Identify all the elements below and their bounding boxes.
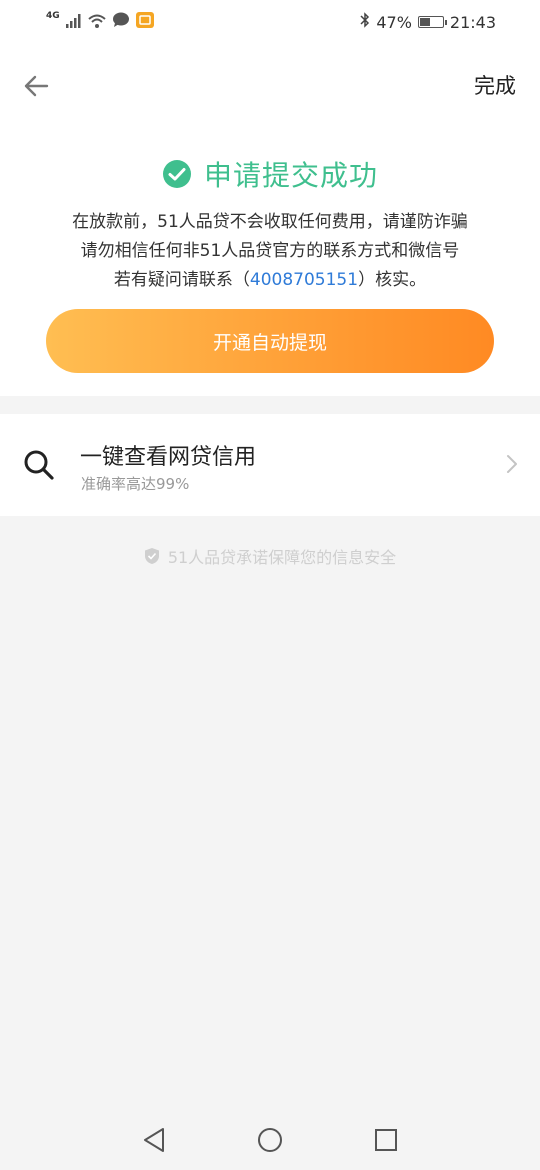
clock: 21:43 bbox=[449, 12, 496, 32]
status-left: 4G bbox=[46, 11, 154, 32]
credit-check-item[interactable]: 一键查看网贷信用 准确率高达99% bbox=[0, 414, 540, 516]
chat-icon bbox=[112, 12, 130, 32]
chevron-right-icon bbox=[507, 455, 517, 473]
battery-icon bbox=[417, 16, 447, 28]
home-circle-icon bbox=[258, 1128, 282, 1152]
bluetooth-icon bbox=[360, 12, 370, 32]
security-note-text: 51人品贷承诺保障您的信息安全 bbox=[167, 548, 397, 567]
notice-line-3: 若有疑问请联系（4008705151）核实。 bbox=[0, 266, 540, 295]
success-header: 申请提交成功 bbox=[0, 154, 540, 194]
success-title: 申请提交成功 bbox=[203, 159, 378, 192]
notice-line-2: 请勿相信任何非51人品贷官方的联系方式和微信号 bbox=[80, 241, 460, 261]
system-navigation-bar bbox=[0, 1110, 540, 1170]
wifi-icon bbox=[87, 13, 106, 32]
hotline-phone-link[interactable]: 4008705151 bbox=[250, 270, 358, 290]
back-button[interactable] bbox=[18, 64, 54, 108]
system-recents-button[interactable] bbox=[369, 1123, 403, 1157]
navigation-bar: 完成 bbox=[0, 44, 540, 128]
back-arrow-icon bbox=[24, 75, 49, 97]
network-label: 4G bbox=[46, 11, 60, 21]
credit-check-subtitle: 准确率高达99% bbox=[81, 475, 190, 493]
system-back-button[interactable] bbox=[137, 1123, 171, 1157]
battery-level-fill bbox=[419, 18, 430, 26]
notice-line-3-suffix: ）核实。 bbox=[358, 270, 427, 290]
signal-icon bbox=[65, 13, 82, 32]
check-circle-icon bbox=[162, 160, 191, 188]
recents-square-icon bbox=[375, 1129, 397, 1151]
enable-auto-withdraw-button[interactable]: 开通自动提现 bbox=[46, 309, 494, 373]
status-bar: 4G 47% 21:43 bbox=[0, 0, 540, 44]
security-note: 51人品贷承诺保障您的信息安全 bbox=[0, 542, 540, 570]
battery-percent: 47% bbox=[376, 12, 412, 32]
search-icon bbox=[24, 450, 54, 480]
back-triangle-icon bbox=[144, 1128, 164, 1152]
done-button[interactable]: 完成 bbox=[474, 70, 516, 100]
notice-line-3-prefix: 若有疑问请联系（ bbox=[113, 270, 250, 290]
system-home-button[interactable] bbox=[253, 1123, 287, 1157]
status-right: 47% 21:43 bbox=[360, 12, 496, 32]
app-notification-icon bbox=[135, 12, 154, 32]
notice-line-1: 在放款前，51人品贷不会收取任何费用，请谨防诈骗 bbox=[72, 212, 468, 232]
credit-check-title: 一键查看网贷信用 bbox=[80, 445, 257, 470]
application-result-panel: 完成 申请提交成功 在放款前，51人品贷不会收取任何费用，请谨防诈骗 请勿相信任… bbox=[0, 44, 540, 396]
shield-check-icon bbox=[144, 548, 159, 564]
anti-fraud-notice: 在放款前，51人品贷不会收取任何费用，请谨防诈骗 请勿相信任何非51人品贷官方的… bbox=[0, 208, 540, 295]
